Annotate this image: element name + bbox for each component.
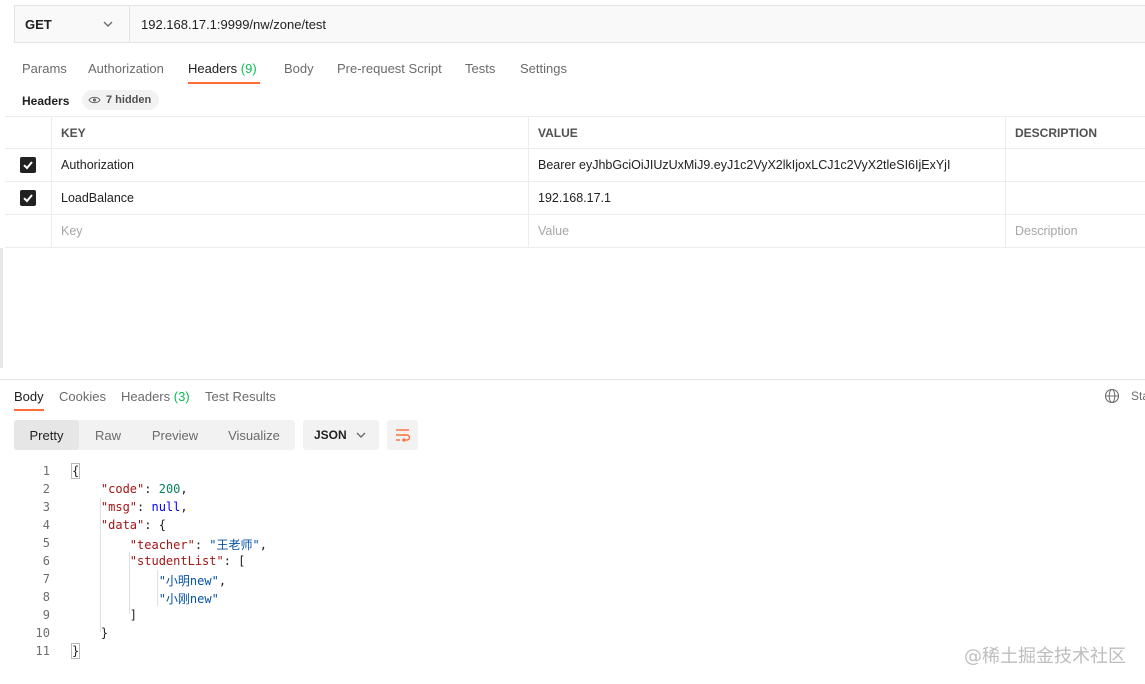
code-line: "data": { — [100, 518, 166, 532]
json-value: "小明new" — [158, 574, 219, 588]
code-line: "小刚new" — [72, 590, 219, 607]
view-visualize-button[interactable]: Visualize — [213, 420, 295, 450]
header-description-cell[interactable] — [1005, 182, 1145, 214]
hidden-headers-label: 7 hidden — [106, 94, 152, 106]
tab-body[interactable]: Body — [284, 61, 314, 76]
code-line: } — [72, 626, 109, 640]
line-number: 11 — [35, 644, 50, 658]
column-header-key: KEY — [51, 117, 528, 148]
header-value-cell[interactable]: 192.168.17.1 — [528, 182, 1005, 214]
view-pretty-button[interactable]: Pretty — [14, 420, 79, 450]
tab-settings[interactable]: Settings — [520, 61, 567, 76]
json-value: 200 — [158, 482, 181, 496]
method-label: GET — [25, 17, 52, 32]
checkmark-icon — [20, 157, 36, 173]
code-line: "code": 200, — [100, 482, 188, 496]
line-number: 10 — [35, 626, 50, 640]
tab-authorization[interactable]: Authorization — [88, 61, 164, 76]
tab-headers-label: Headers — [188, 61, 238, 76]
language-label: JSON — [314, 428, 347, 442]
view-preview-button[interactable]: Preview — [137, 420, 213, 450]
code-line: ] — [72, 608, 138, 622]
line-number: 9 — [42, 608, 50, 622]
pane-divider[interactable] — [0, 379, 1145, 380]
watermark: @稀土掘金技术社区 — [964, 646, 1126, 667]
chevron-down-icon — [356, 432, 366, 438]
header-description-cell[interactable] — [1005, 149, 1145, 181]
json-value: null — [151, 500, 181, 514]
new-key-input[interactable]: Key — [51, 215, 528, 247]
pane-resize-edge — [0, 248, 3, 368]
line-number: 6 — [42, 554, 50, 568]
response-tab-cookies[interactable]: Cookies — [59, 389, 106, 404]
json-key: "code" — [100, 482, 145, 496]
active-tab-indicator — [188, 82, 260, 84]
eye-icon — [88, 96, 101, 104]
code-line: "teacher": "王老师", — [129, 538, 267, 552]
tab-headers[interactable]: Headers (9) — [188, 61, 257, 76]
line-number: 4 — [42, 518, 50, 532]
json-key: "teacher" — [129, 538, 195, 552]
row-checkbox[interactable] — [5, 149, 51, 181]
header-value-cell[interactable]: Bearer eyJhbGciOiJIUzUxMiJ9.eyJ1c2VyX2lk… — [528, 149, 1005, 181]
table-row-new: Key Value Description — [5, 215, 1145, 248]
tab-params[interactable]: Params — [22, 61, 67, 76]
headers-section-title: Headers — [22, 94, 70, 108]
json-value: "王老师" — [209, 538, 260, 552]
language-select[interactable]: JSON — [303, 420, 379, 450]
row-checkbox[interactable] — [5, 182, 51, 214]
code-line: "studentList": [ — [129, 554, 246, 568]
header-key-cell[interactable]: Authorization — [51, 149, 528, 181]
url-bar: GET — [14, 5, 1145, 43]
tab-tests[interactable]: Tests — [465, 61, 495, 76]
line-number: 3 — [42, 500, 50, 514]
chevron-down-icon — [103, 21, 113, 27]
check-column-header — [5, 117, 51, 148]
header-key-cell[interactable]: LoadBalance — [51, 182, 528, 214]
code-line: "小明new", — [158, 574, 227, 588]
line-number: 1 — [42, 464, 50, 478]
line-number: 7 — [42, 572, 50, 586]
code-line: "msg": null, — [100, 500, 188, 514]
table-row: Authorization Bearer eyJhbGciOiJIUzUxMiJ… — [5, 149, 1145, 182]
new-value-input[interactable]: Value — [528, 215, 1005, 247]
active-response-tab-indicator — [14, 409, 44, 411]
json-key: "studentList" — [129, 554, 224, 568]
column-header-description: DESCRIPTION — [1005, 117, 1145, 148]
line-number: 2 — [42, 482, 50, 496]
wrap-lines-icon — [396, 429, 411, 443]
response-tab-headers-count: (3) — [173, 389, 190, 404]
response-tab-headers[interactable]: Headers (3) — [121, 389, 190, 404]
response-tab-test-results[interactable]: Test Results — [205, 389, 276, 404]
json-key: "msg" — [100, 500, 138, 514]
json-key: "data" — [100, 518, 145, 532]
json-value: "小刚new" — [158, 592, 219, 606]
url-input[interactable] — [131, 7, 1141, 41]
column-header-value: VALUE — [528, 117, 1005, 148]
code-line: { — [70, 463, 81, 479]
tab-pre-request-script[interactable]: Pre-request Script — [337, 61, 442, 76]
view-mode-group: Pretty Raw Preview Visualize — [14, 420, 295, 450]
view-raw-button[interactable]: Raw — [79, 420, 137, 450]
globe-icon[interactable] — [1104, 388, 1120, 404]
checkmark-icon — [20, 190, 36, 206]
table-header-row: KEY VALUE DESCRIPTION — [5, 116, 1145, 149]
response-tab-body[interactable]: Body — [14, 389, 44, 404]
method-select[interactable]: GET — [15, 6, 130, 42]
status-label: Sta — [1131, 389, 1145, 403]
tab-headers-count: (9) — [240, 61, 257, 76]
hidden-headers-toggle[interactable]: 7 hidden — [82, 90, 160, 110]
wrap-lines-button[interactable] — [387, 420, 418, 450]
new-description-input[interactable]: Description — [1005, 215, 1145, 247]
line-number: 5 — [42, 536, 50, 550]
code-line: } — [70, 643, 81, 659]
line-number: 8 — [42, 590, 50, 604]
table-row: LoadBalance 192.168.17.1 — [5, 182, 1145, 215]
response-tab-headers-label: Headers — [121, 389, 171, 404]
empty-check-cell — [5, 215, 51, 247]
